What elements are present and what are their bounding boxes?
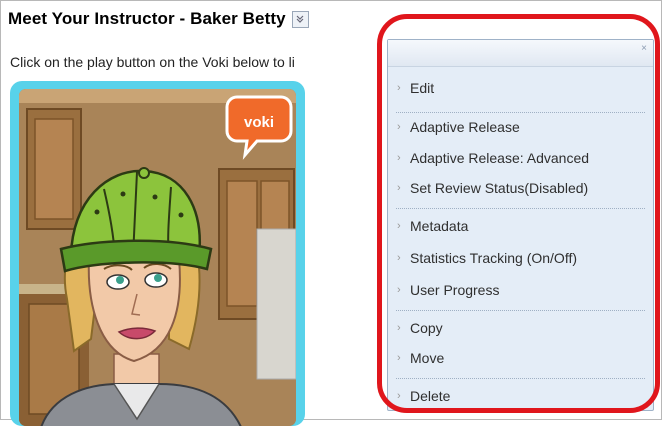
voki-avatar-illustration: voki [19, 89, 296, 426]
voki-player[interactable]: voki [10, 81, 305, 426]
chevron-right-icon: › [397, 252, 401, 264]
menu-item-label: Set Review Status(Disabled) [410, 180, 589, 196]
menu-item-label: Adaptive Release [410, 119, 520, 135]
chevron-right-icon: › [397, 322, 401, 334]
chevron-right-icon: › [397, 284, 401, 296]
menu-item-label: Delete [410, 388, 451, 404]
menu-item-user-progress[interactable]: › User Progress [388, 277, 653, 303]
menu-item-label: Adaptive Release: Advanced [410, 150, 590, 166]
chevron-down-icon[interactable] [291, 10, 309, 28]
chevron-right-icon: › [397, 82, 401, 94]
content-title-bar: Meet Your Instructor - Baker Betty [8, 7, 309, 31]
voki-avatar-scene[interactable]: voki [19, 89, 296, 426]
page-title: Meet Your Instructor - Baker Betty [8, 9, 286, 28]
instruction-text: Click on the play button on the Voki bel… [10, 54, 295, 70]
menu-item-label: Statistics Tracking (On/Off) [410, 250, 578, 266]
menu-separator [396, 378, 645, 379]
svg-text:voki: voki [244, 114, 274, 131]
chevron-right-icon: › [397, 121, 401, 133]
menu-item-set-review-status[interactable]: › Set Review Status(Disabled) [388, 175, 653, 201]
menu-item-delete[interactable]: › Delete [388, 383, 653, 409]
menu-item-label: Copy [410, 320, 443, 336]
menu-separator [396, 112, 645, 113]
menu-item-label: Metadata [410, 218, 469, 234]
chevron-right-icon: › [397, 390, 401, 402]
chevron-right-icon: › [397, 182, 401, 194]
menu-separator [396, 310, 645, 311]
menu-separator [396, 208, 645, 209]
menu-item-label: User Progress [410, 282, 500, 298]
context-menu-header: × [388, 40, 653, 67]
page-frame: Meet Your Instructor - Baker Betty Click… [0, 0, 662, 426]
chevron-right-icon: › [397, 220, 401, 232]
menu-item-edit[interactable]: › Edit [388, 75, 653, 101]
chevron-right-icon: › [397, 152, 401, 164]
menu-item-move[interactable]: › Move [388, 345, 653, 371]
context-menu: × › Edit › Adaptive Release › Adaptive R… [387, 39, 654, 411]
menu-item-label: Edit [410, 80, 435, 96]
menu-item-metadata[interactable]: › Metadata [388, 213, 653, 239]
menu-item-adaptive-release[interactable]: › Adaptive Release [388, 114, 653, 140]
chevron-right-icon: › [397, 352, 401, 364]
menu-item-label: Move [410, 350, 445, 366]
menu-item-copy[interactable]: › Copy [388, 315, 653, 341]
menu-item-adaptive-release-advanced[interactable]: › Adaptive Release: Advanced [388, 145, 653, 171]
close-icon[interactable]: × [639, 44, 649, 54]
menu-item-statistics-tracking[interactable]: › Statistics Tracking (On/Off) [388, 245, 653, 271]
